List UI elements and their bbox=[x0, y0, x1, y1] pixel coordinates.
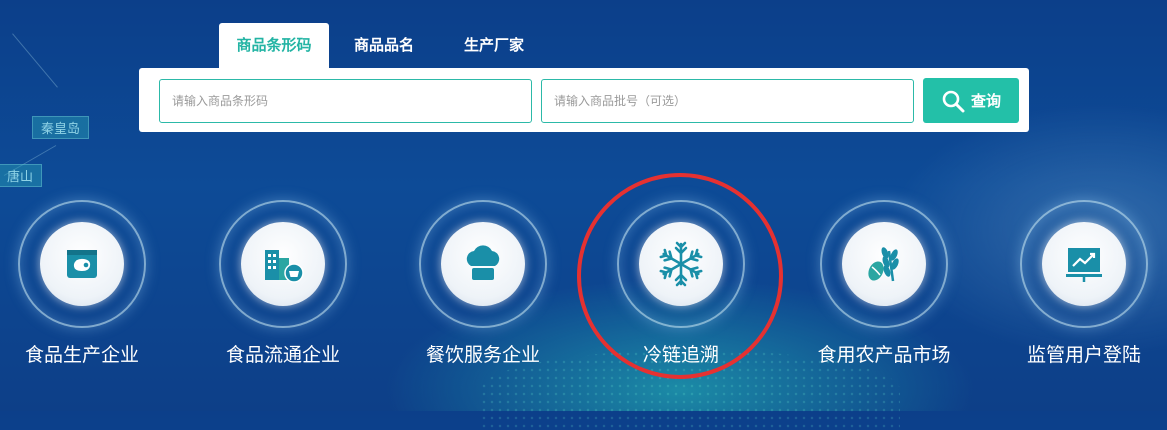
meat-package-icon bbox=[67, 250, 97, 278]
query-button[interactable]: 查询 bbox=[923, 78, 1019, 123]
search-panel: 查询 bbox=[139, 68, 1029, 132]
map-label-tangshan: 唐山 bbox=[0, 164, 43, 187]
map-border-line bbox=[12, 33, 58, 88]
search-tabs: 商品条形码 商品品名 生产厂家 bbox=[219, 23, 549, 68]
chef-hat-icon bbox=[466, 245, 500, 280]
icon-disc bbox=[842, 222, 926, 306]
category-food-production[interactable]: 食品生产企业 bbox=[0, 200, 192, 380]
icon-ring bbox=[820, 200, 948, 328]
icon-disc bbox=[639, 222, 723, 306]
category-supervisor-login[interactable]: 监管用户登陆 bbox=[974, 200, 1167, 380]
batch-number-input[interactable] bbox=[541, 79, 914, 123]
category-label: 监管用户登陆 bbox=[1026, 344, 1141, 366]
category-label: 餐饮服务企业 bbox=[425, 344, 540, 366]
barcode-input[interactable] bbox=[159, 79, 532, 123]
icon-disc bbox=[40, 222, 124, 306]
category-food-circulation[interactable]: 食品流通企业 bbox=[173, 200, 393, 380]
icon-ring bbox=[18, 200, 146, 328]
icon-ring bbox=[617, 200, 745, 328]
grain-icon bbox=[868, 247, 899, 282]
icon-ring bbox=[1020, 200, 1148, 328]
store-basket-icon bbox=[265, 250, 304, 283]
tab-product-name[interactable]: 商品品名 bbox=[329, 23, 439, 68]
tab-barcode[interactable]: 商品条形码 bbox=[219, 23, 329, 68]
icon-ring bbox=[219, 200, 347, 328]
category-label: 食用农产品市场 bbox=[817, 344, 951, 366]
snowflake-icon bbox=[659, 241, 703, 287]
icon-disc bbox=[241, 222, 325, 306]
icon-ring bbox=[419, 200, 547, 328]
map-label-qinhuangdao: 秦皇岛 bbox=[32, 116, 90, 139]
tab-manufacturer[interactable]: 生产厂家 bbox=[439, 23, 549, 68]
search-icon bbox=[942, 90, 965, 112]
category-catering-service[interactable]: 餐饮服务企业 bbox=[373, 200, 593, 380]
icon-disc bbox=[1042, 222, 1126, 306]
category-agricultural-market[interactable]: 食用农产品市场 bbox=[774, 200, 994, 380]
category-label: 食品流通企业 bbox=[225, 344, 340, 366]
icon-disc bbox=[441, 222, 525, 306]
category-cold-chain[interactable]: 冷链追溯 bbox=[571, 200, 791, 380]
category-label: 冷链追溯 bbox=[642, 344, 719, 366]
query-button-label: 查询 bbox=[970, 92, 1001, 110]
chart-board-icon bbox=[1066, 248, 1102, 282]
category-label: 食品生产企业 bbox=[24, 344, 139, 366]
